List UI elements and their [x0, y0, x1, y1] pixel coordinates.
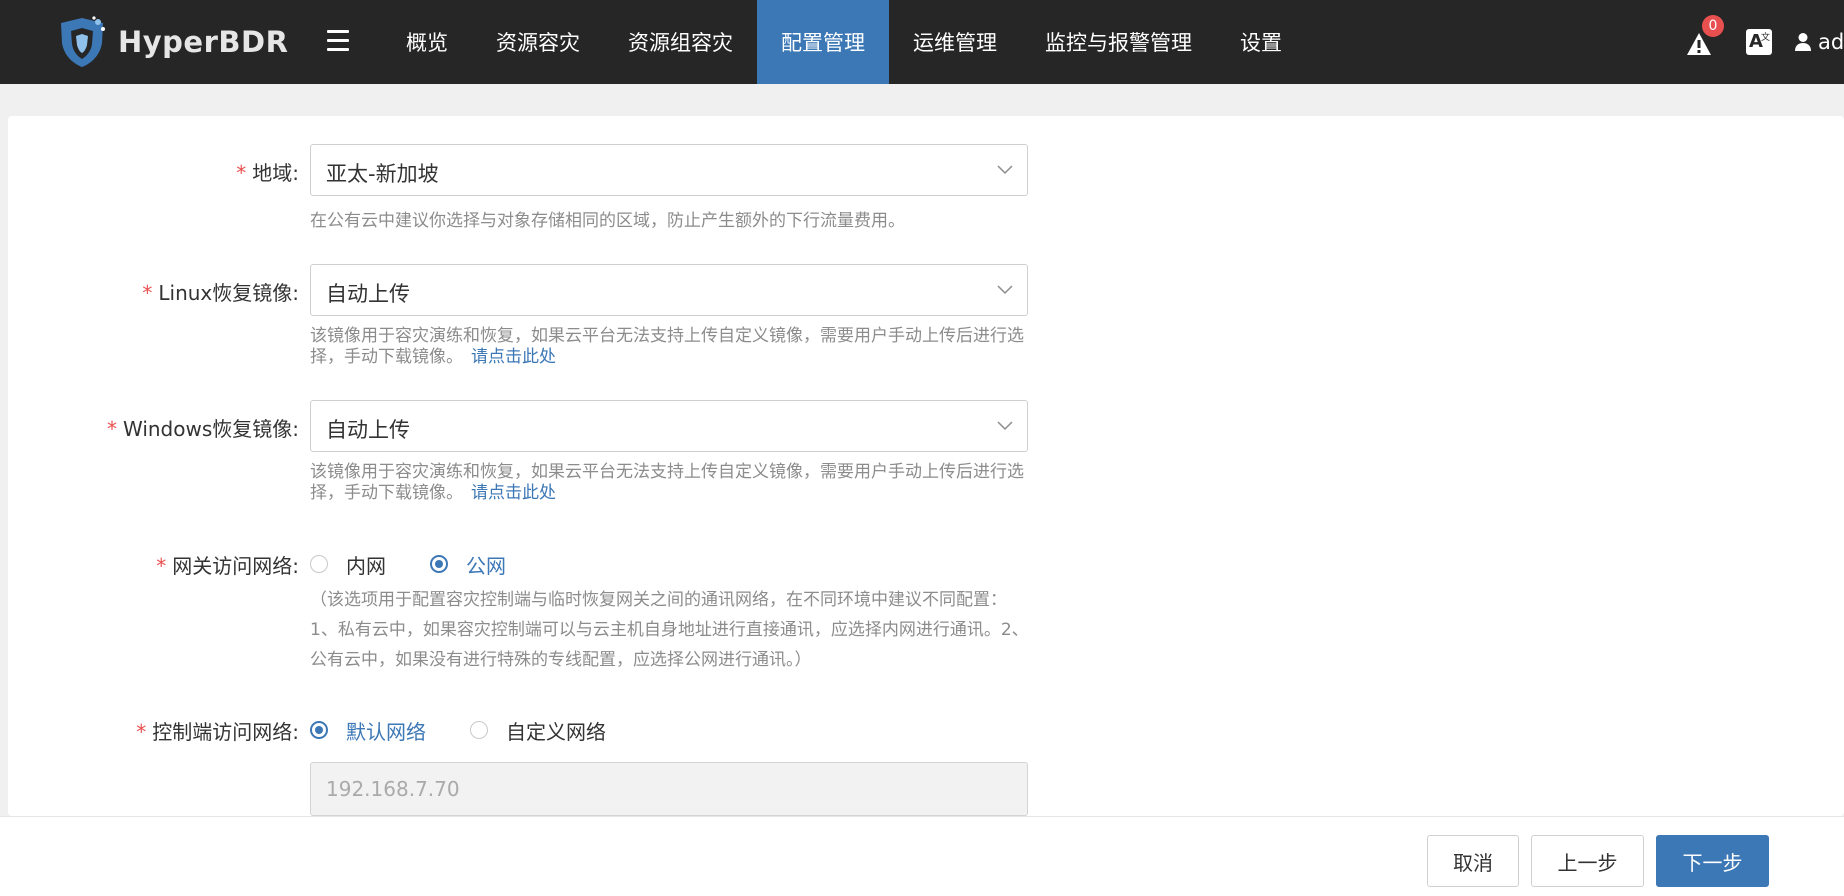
- user-icon: [1795, 33, 1811, 51]
- logo[interactable]: HyperBDR: [56, 14, 288, 70]
- linux-image-select[interactable]: 自动上传: [310, 264, 1028, 316]
- gateway-network-label: * 网关访问网络:: [156, 554, 299, 578]
- menu-toggle-icon[interactable]: [324, 27, 354, 57]
- nav-item-settings[interactable]: 设置: [1216, 0, 1306, 84]
- cancel-button[interactable]: 取消: [1427, 835, 1519, 887]
- linux-image-selected-value: 自动上传: [326, 282, 410, 306]
- radio-unchecked-icon: [470, 721, 488, 739]
- wizard-footer: 取消 上一步 下一步: [0, 816, 1844, 896]
- main-nav: 概览 资源容灾 资源组容灾 配置管理 运维管理 监控与报警管理 设置: [382, 0, 1306, 84]
- header-actions: 0 A文 admin: [1686, 0, 1844, 84]
- controller-ip-input[interactable]: [310, 762, 1028, 816]
- nav-item-monitoring-alerts[interactable]: 监控与报警管理: [1021, 0, 1216, 84]
- linux-image-download-link[interactable]: 请点击此处: [471, 347, 556, 367]
- controller-network-radio-custom[interactable]: 自定义网络: [470, 716, 606, 745]
- windows-image-help-text: 该镜像用于容灾演练和恢复，如果云平台无法支持上传自定义镜像，需要用户手动上传后进…: [310, 462, 1024, 503]
- controller-network-label: * 控制端访问网络:: [136, 720, 299, 744]
- windows-image-selected-value: 自动上传: [326, 418, 410, 442]
- nav-item-overview[interactable]: 概览: [382, 0, 472, 84]
- gateway-network-note: （该选项用于配置容灾控制端与临时恢复网关之间的通讯网络，在不同环境中建议不同配置…: [310, 590, 1029, 670]
- previous-step-button[interactable]: 上一步: [1531, 835, 1644, 887]
- radio-checked-icon: [310, 721, 328, 739]
- gateway-network-radio-group: 内网 公网: [310, 549, 550, 579]
- chevron-down-icon: [997, 165, 1013, 175]
- linux-image-label: * Linux恢复镜像:: [142, 281, 299, 305]
- logo-text: HyperBDR: [118, 25, 289, 59]
- top-navbar: HyperBDR 概览 资源容灾 资源组容灾 配置管理 运维管理 监控与报警管理…: [0, 0, 1844, 84]
- radio-checked-icon: [430, 555, 448, 573]
- gateway-network-radio-internal[interactable]: 内网: [310, 550, 386, 579]
- language-switch-icon[interactable]: A文: [1746, 29, 1772, 55]
- region-label: * 地域:: [236, 161, 299, 185]
- linux-image-help-text: 该镜像用于容灾演练和恢复，如果云平台无法支持上传自定义镜像，需要用户手动上传后进…: [310, 326, 1024, 367]
- region-help-text: 在公有云中建议你选择与对象存储相同的区域，防止产生额外的下行流量费用。: [310, 211, 905, 231]
- user-menu[interactable]: admin: [1794, 30, 1844, 54]
- config-form-card: * 地域: 亚太-新加坡 在公有云中建议你选择与对象存储相同的区域，防止产生额外的…: [8, 116, 1844, 816]
- radio-unchecked-icon: [310, 555, 328, 573]
- user-name: admin: [1818, 30, 1844, 54]
- chevron-down-icon: [997, 421, 1013, 431]
- windows-image-label: * Windows恢复镜像:: [106, 417, 299, 441]
- nav-item-resource-group-dr[interactable]: 资源组容灾: [604, 0, 757, 84]
- windows-image-download-link[interactable]: 请点击此处: [471, 483, 556, 503]
- chevron-down-icon: [997, 285, 1013, 295]
- nav-item-ops-management[interactable]: 运维管理: [889, 0, 1021, 84]
- controller-network-radio-group: 默认网络 自定义网络: [310, 715, 650, 745]
- controller-network-radio-default[interactable]: 默认网络: [310, 716, 426, 745]
- nav-item-config-management[interactable]: 配置管理: [757, 0, 889, 84]
- next-step-button[interactable]: 下一步: [1656, 835, 1769, 887]
- alert-count-badge: 0: [1702, 15, 1724, 37]
- nav-item-resource-dr[interactable]: 资源容灾: [472, 0, 604, 84]
- region-selected-value: 亚太-新加坡: [326, 162, 439, 186]
- shield-logo-icon: [61, 16, 105, 67]
- gateway-network-radio-public[interactable]: 公网: [430, 550, 506, 579]
- alert-button[interactable]: 0: [1686, 15, 1724, 57]
- region-select[interactable]: 亚太-新加坡: [310, 144, 1028, 196]
- windows-image-select[interactable]: 自动上传: [310, 400, 1028, 452]
